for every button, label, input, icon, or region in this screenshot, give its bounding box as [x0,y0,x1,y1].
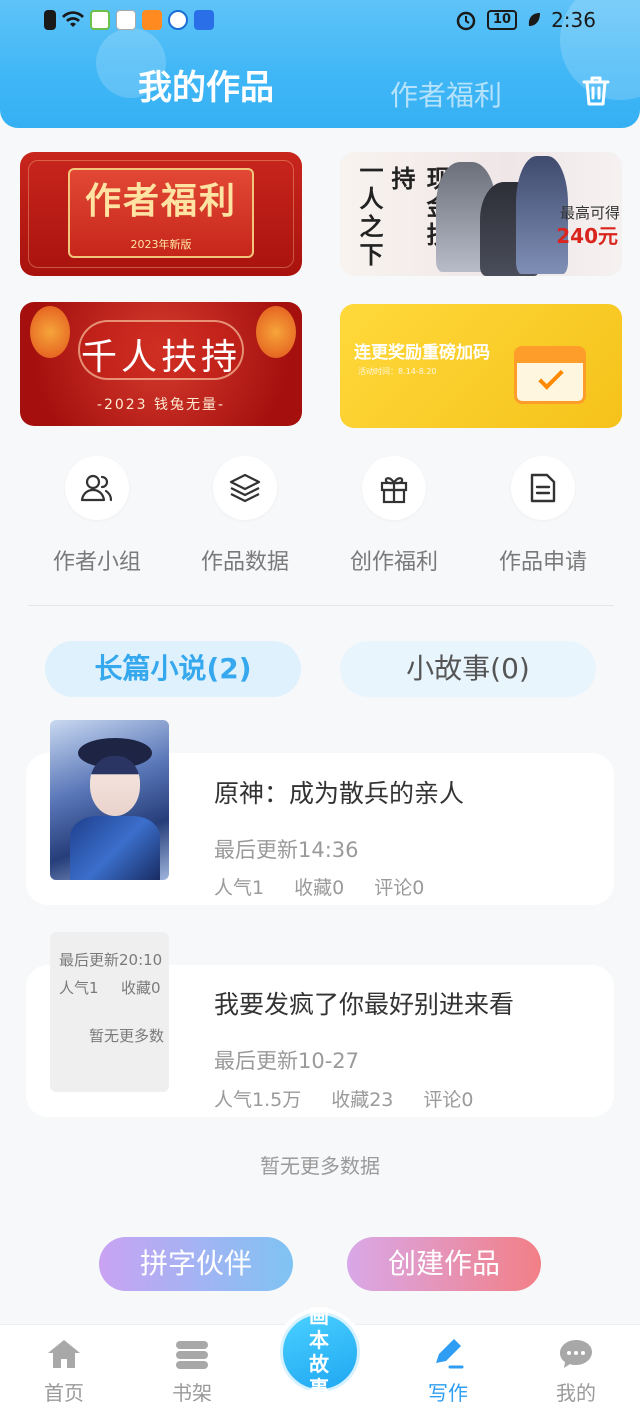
nav-label: 写作 [428,1381,468,1405]
status-bar: 10 2:36 [0,0,640,44]
work-favorites: 收藏23 [331,1089,394,1111]
divider [28,605,614,606]
quick-creation-benefits[interactable]: 创作福利 [319,456,469,576]
banner-thousand-support[interactable]: 千人扶持 -2023 钱兔无量- [20,302,302,426]
music-icon [116,10,136,30]
app-notify-icon [90,10,110,30]
cover-nomore: 暂无更多数 [89,1027,165,1045]
trash-icon[interactable] [580,74,612,108]
banner-cash-support[interactable]: 一人之下 现金扶持 最高可得 240元 [340,152,622,276]
bookshelf-icon [176,1341,208,1369]
pen-icon [436,1339,464,1369]
work-cover[interactable]: 最后更新20:10 人气1 收藏0 暂无更多数 [50,932,169,1092]
calendar-icon [514,346,586,404]
quick-label: 作品数据 [200,550,289,575]
nav-label: 我的 [556,1381,596,1405]
status-icons-left [44,10,214,30]
work-comments: 评论0 [374,877,425,899]
quick-label: 作品申请 [498,550,587,575]
status-icons-right: 10 2:36 [455,8,596,32]
work-title[interactable]: 原神：成为散兵的亲人 [214,774,464,810]
banner-vertical-text: 一人之下 [355,158,383,270]
document-icon [511,456,575,520]
banner-amount: 240元 [556,224,618,248]
banner-update-reward[interactable]: 连更奖励重磅加码 活动时间：8.14-8.20 [340,304,622,428]
video-icon [142,10,162,30]
banner-title: 作者福利 [84,181,237,222]
author-group-icon [65,456,129,520]
cover-popularity: 人气1 [59,979,99,997]
banner-subtitle: -2023 钱兔无量- [96,397,226,413]
work-favorites: 收藏0 [294,877,345,899]
quick-label: 创作福利 [349,550,438,575]
work-title[interactable]: 我要发疯了你最好别进来看 [214,985,514,1021]
banner-title: 连更奖励重磅加码 [354,343,490,363]
tab-long-novel[interactable]: 长篇小说(2) [45,641,301,697]
quick-works-data[interactable]: 作品数据 [170,456,320,576]
create-work-button[interactable]: 创建作品 [347,1237,541,1291]
quick-label: 作者小组 [52,550,141,575]
banner-title: 千人扶持 [80,337,241,378]
quick-menu: 作者小组 作品数据 创作福利 作品申请 [0,456,640,586]
work-cover[interactable] [50,720,169,880]
chat-icon [560,1340,592,1368]
nav-label: 首页 [44,1381,84,1405]
tab-my-works[interactable]: 我的作品 [138,68,274,108]
picture-story-button[interactable]: 画本故事 [276,1304,364,1400]
banner-subtitle: 2023年新版 [130,238,192,251]
banner-subtitle: 活动时间：8.14-8.20 [358,367,437,376]
work-comments: 评论0 [423,1089,474,1111]
work-updated: 最后更新10-27 [214,1049,360,1073]
cover-favorites: 收藏0 [121,979,161,997]
work-popularity: 人气1 [214,877,265,899]
work-popularity: 人气1.5万 [214,1089,302,1111]
gift-icon [362,456,426,520]
browser-icon [168,10,188,30]
nav-mine[interactable]: 我的 [536,1337,616,1406]
alarm-icon [456,11,476,31]
banner-author-benefits[interactable]: 作者福利 2023年新版 [20,152,302,276]
bulb-icon [194,10,214,30]
status-time: 2:36 [551,8,596,32]
nav-home[interactable]: 首页 [24,1337,104,1406]
tab-short-story[interactable]: 小故事(0) [340,641,596,697]
work-stats: 人气1 收藏0 评论0 [214,873,424,900]
picture-story-label: 画本故事 [280,1304,360,1400]
partner-button[interactable]: 拼字伙伴 [99,1237,293,1291]
list-footer: 暂无更多数据 [260,1154,380,1178]
wifi-icon [62,11,84,27]
work-stats: 人气1.5万 收藏23 评论0 [214,1085,474,1112]
layers-icon [213,456,277,520]
nav-label: 书架 [172,1381,212,1405]
battery-indicator: 10 [486,10,518,30]
sim-icon [44,10,56,30]
cover-updated: 最后更新20:10 [59,951,163,969]
home-icon [48,1340,80,1368]
tab-author-benefits[interactable]: 作者福利 [390,76,502,116]
quick-author-group[interactable]: 作者小组 [22,456,172,576]
work-updated: 最后更新14:36 [214,838,359,862]
quick-works-apply[interactable]: 作品申请 [468,456,618,576]
nav-shelf[interactable]: 书架 [152,1337,232,1406]
leaf-icon [528,13,541,26]
nav-write[interactable]: 写作 [408,1337,488,1406]
app-header: 10 2:36 我的作品 作者福利 [0,0,640,128]
